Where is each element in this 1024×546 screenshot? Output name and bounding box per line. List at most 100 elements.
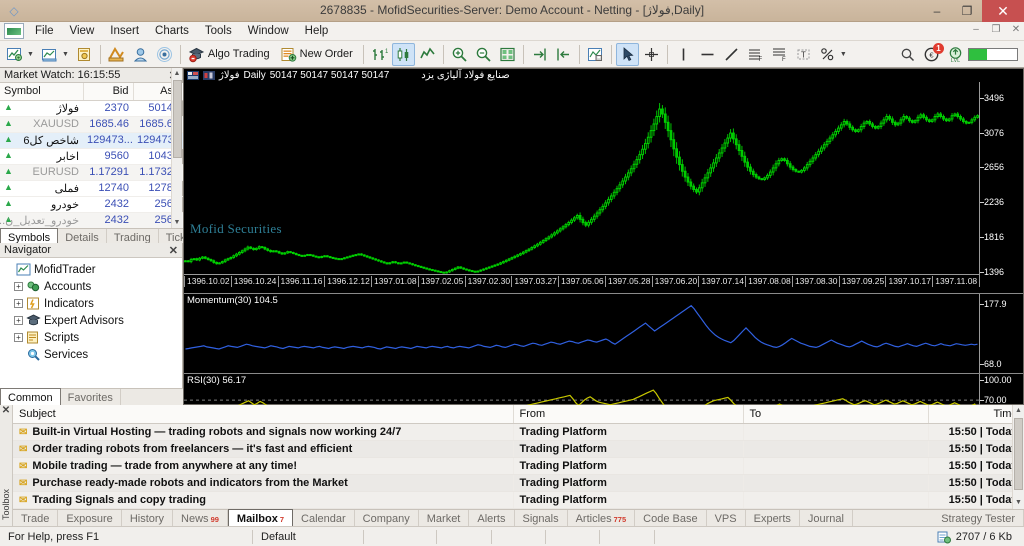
menu-item-insert[interactable]: Insert	[102, 23, 147, 39]
tree-root-mofidtrader[interactable]: MofidTrader	[4, 261, 182, 278]
close-icon[interactable]: ✕	[0, 405, 12, 417]
chevron-down-icon[interactable]: ▼	[62, 51, 69, 58]
price-axis-main[interactable]: 3496 3076 2656 2236 1816 1396	[979, 82, 1023, 287]
chart-pane-momentum[interactable]: Momentum(30) 104.5 177.9 68.0	[184, 293, 1023, 373]
algo-trading-button[interactable]: Algo Trading	[185, 43, 276, 66]
close-button[interactable]: ✕	[982, 0, 1024, 22]
chart-shift-button[interactable]	[528, 43, 551, 66]
horizontal-line-tool[interactable]	[696, 43, 719, 66]
menu-item-tools[interactable]: Tools	[197, 23, 240, 39]
tree-item-expert-advisors[interactable]: + Expert Advisors	[4, 312, 182, 329]
table-row[interactable]: ▲ خودرو_تعدیل_ن... 2432 2560	[0, 212, 183, 229]
trendline-tool[interactable]	[720, 43, 743, 66]
templates-button[interactable]	[584, 43, 607, 66]
scroll-down-icon[interactable]: ▼	[172, 217, 182, 228]
scroll-down-icon[interactable]: ▼	[1013, 497, 1024, 509]
tree-item-indicators[interactable]: + Indicators	[4, 295, 182, 312]
expander-icon[interactable]: +	[14, 316, 23, 325]
tab-favorites[interactable]: Favorites	[61, 389, 121, 406]
menu-item-window[interactable]: Window	[240, 23, 297, 39]
tab-code-base[interactable]: Code Base	[635, 510, 707, 526]
chevron-down-icon[interactable]: ▼	[840, 51, 847, 58]
mdi-close-button[interactable]: ✕	[1010, 24, 1022, 35]
column-header-to[interactable]: To	[743, 405, 929, 424]
account-notifications-button[interactable]: € 1	[920, 43, 944, 63]
column-header-from[interactable]: From	[513, 405, 744, 424]
tab-vps[interactable]: VPS	[707, 510, 746, 526]
table-row[interactable]: ▲ اخابر 9560 10430	[0, 148, 183, 165]
vertical-line-tool[interactable]	[672, 43, 695, 66]
tab-exposure[interactable]: Exposure	[58, 510, 122, 526]
signal-level-icon[interactable]: LVL	[944, 43, 967, 66]
table-row[interactable]: ▲ خودرو 2432 2560	[0, 196, 183, 213]
maximize-button[interactable]: ❐	[952, 0, 982, 22]
shapes-tool[interactable]: ▼	[816, 43, 850, 66]
profiles-button[interactable]: ▼	[38, 43, 72, 66]
chart-window[interactable]: فولاژ Daily 50147 50147 50147 50147 صنای…	[183, 68, 1024, 466]
tree-item-services[interactable]: Services	[4, 346, 182, 363]
expander-icon[interactable]: +	[14, 282, 23, 291]
tab-alerts[interactable]: Alerts	[469, 510, 515, 526]
market-watch-toggle-button[interactable]	[153, 43, 176, 66]
cursor-tool[interactable]	[615, 42, 639, 66]
market-watch-scrollbar[interactable]: ▲ ▼	[171, 68, 182, 228]
minimize-button[interactable]: –	[922, 0, 952, 22]
mailbox-scrollbar[interactable]: ▲ ▼	[1012, 405, 1024, 509]
expander-icon[interactable]: +	[14, 299, 23, 308]
tab-trade[interactable]: Trade	[13, 510, 59, 526]
table-row[interactable]: ▲ شاخص کل6 129473... 129473...	[0, 132, 183, 149]
tab-market[interactable]: Market	[419, 510, 470, 526]
table-row[interactable]: ✉ Mobile trading — trade from anywhere at…	[13, 457, 1024, 475]
table-row[interactable]: ✉ Trading Signals and copy trading Tradin…	[13, 491, 1024, 509]
bar-chart-button[interactable]: 1	[368, 43, 391, 66]
column-header-subject[interactable]: Subject	[13, 405, 514, 424]
tab-experts[interactable]: Experts	[746, 510, 800, 526]
zoom-in-button[interactable]	[448, 43, 471, 66]
expert-advisors-button[interactable]	[129, 43, 152, 66]
tab-mailbox[interactable]: Mailbox 7	[227, 509, 294, 527]
column-header-bid[interactable]: Bid	[83, 83, 134, 101]
tab-news[interactable]: News 99	[173, 510, 228, 526]
search-icon[interactable]	[896, 43, 919, 66]
table-row[interactable]: ✉ Order trading robots from freelancers —…	[13, 440, 1024, 458]
scrollbar-thumb[interactable]	[173, 80, 182, 158]
equidistant-channel-tool[interactable]: F	[768, 43, 791, 66]
scrollbar-thumb[interactable]	[1014, 418, 1023, 490]
table-row[interactable]: ▲ XAUUSD 1685.46 1685.61	[0, 116, 183, 133]
new-order-button[interactable]: New Order	[277, 43, 359, 66]
tab-company[interactable]: Company	[355, 510, 419, 526]
text-tool[interactable]: T	[792, 43, 815, 66]
strategy-tester-label[interactable]: Strategy Tester	[933, 510, 1024, 526]
tab-articles[interactable]: Articles 775	[568, 510, 636, 526]
new-chart-button[interactable]: + ▼	[3, 43, 37, 66]
status-profile[interactable]: Default	[253, 527, 363, 546]
momentum-plot-area[interactable]	[184, 294, 979, 373]
table-row[interactable]: ▲ فولاژ 2370 50147	[0, 100, 183, 117]
menu-item-file[interactable]: File	[27, 23, 62, 39]
table-row[interactable]: ✉ Built-in Virtual Hosting — trading robo…	[13, 423, 1024, 441]
chart-pane-main[interactable]: Mofid Securities 3496 3076 2656 2236 1816 139…	[184, 82, 1023, 287]
mdi-minimize-button[interactable]: –	[970, 24, 982, 35]
tree-item-scripts[interactable]: + Scripts	[4, 329, 182, 346]
table-row[interactable]: ▲ فملی 12740 12780	[0, 180, 183, 197]
tab-signals[interactable]: Signals	[515, 510, 568, 526]
tree-item-accounts[interactable]: + Accounts	[4, 278, 182, 295]
autoscroll-button[interactable]	[552, 43, 575, 66]
fibonacci-tool[interactable]: F	[744, 43, 767, 66]
price-plot-area[interactable]	[184, 82, 979, 287]
zoom-out-button[interactable]	[472, 43, 495, 66]
close-icon[interactable]: ✕	[169, 244, 178, 257]
indicators-button[interactable]	[105, 43, 128, 66]
column-header-time[interactable]: Time	[928, 405, 1024, 424]
price-axis-momentum[interactable]: 177.9 68.0	[979, 294, 1023, 373]
expander-icon[interactable]: +	[14, 333, 23, 342]
open-data-folder-button[interactable]	[73, 43, 96, 66]
mdi-restore-button[interactable]: ❐	[990, 24, 1002, 35]
tab-journal[interactable]: Journal	[800, 510, 853, 526]
table-row[interactable]: ▲ EURUSD 1.17291 1.17321	[0, 164, 183, 181]
menu-item-charts[interactable]: Charts	[147, 23, 197, 39]
menu-item-help[interactable]: Help	[297, 23, 337, 39]
chevron-down-icon[interactable]: ▼	[27, 51, 34, 58]
crosshair-tool[interactable]	[640, 43, 663, 66]
table-row[interactable]: ✉ Purchase ready-made robots and indicato…	[13, 474, 1024, 492]
